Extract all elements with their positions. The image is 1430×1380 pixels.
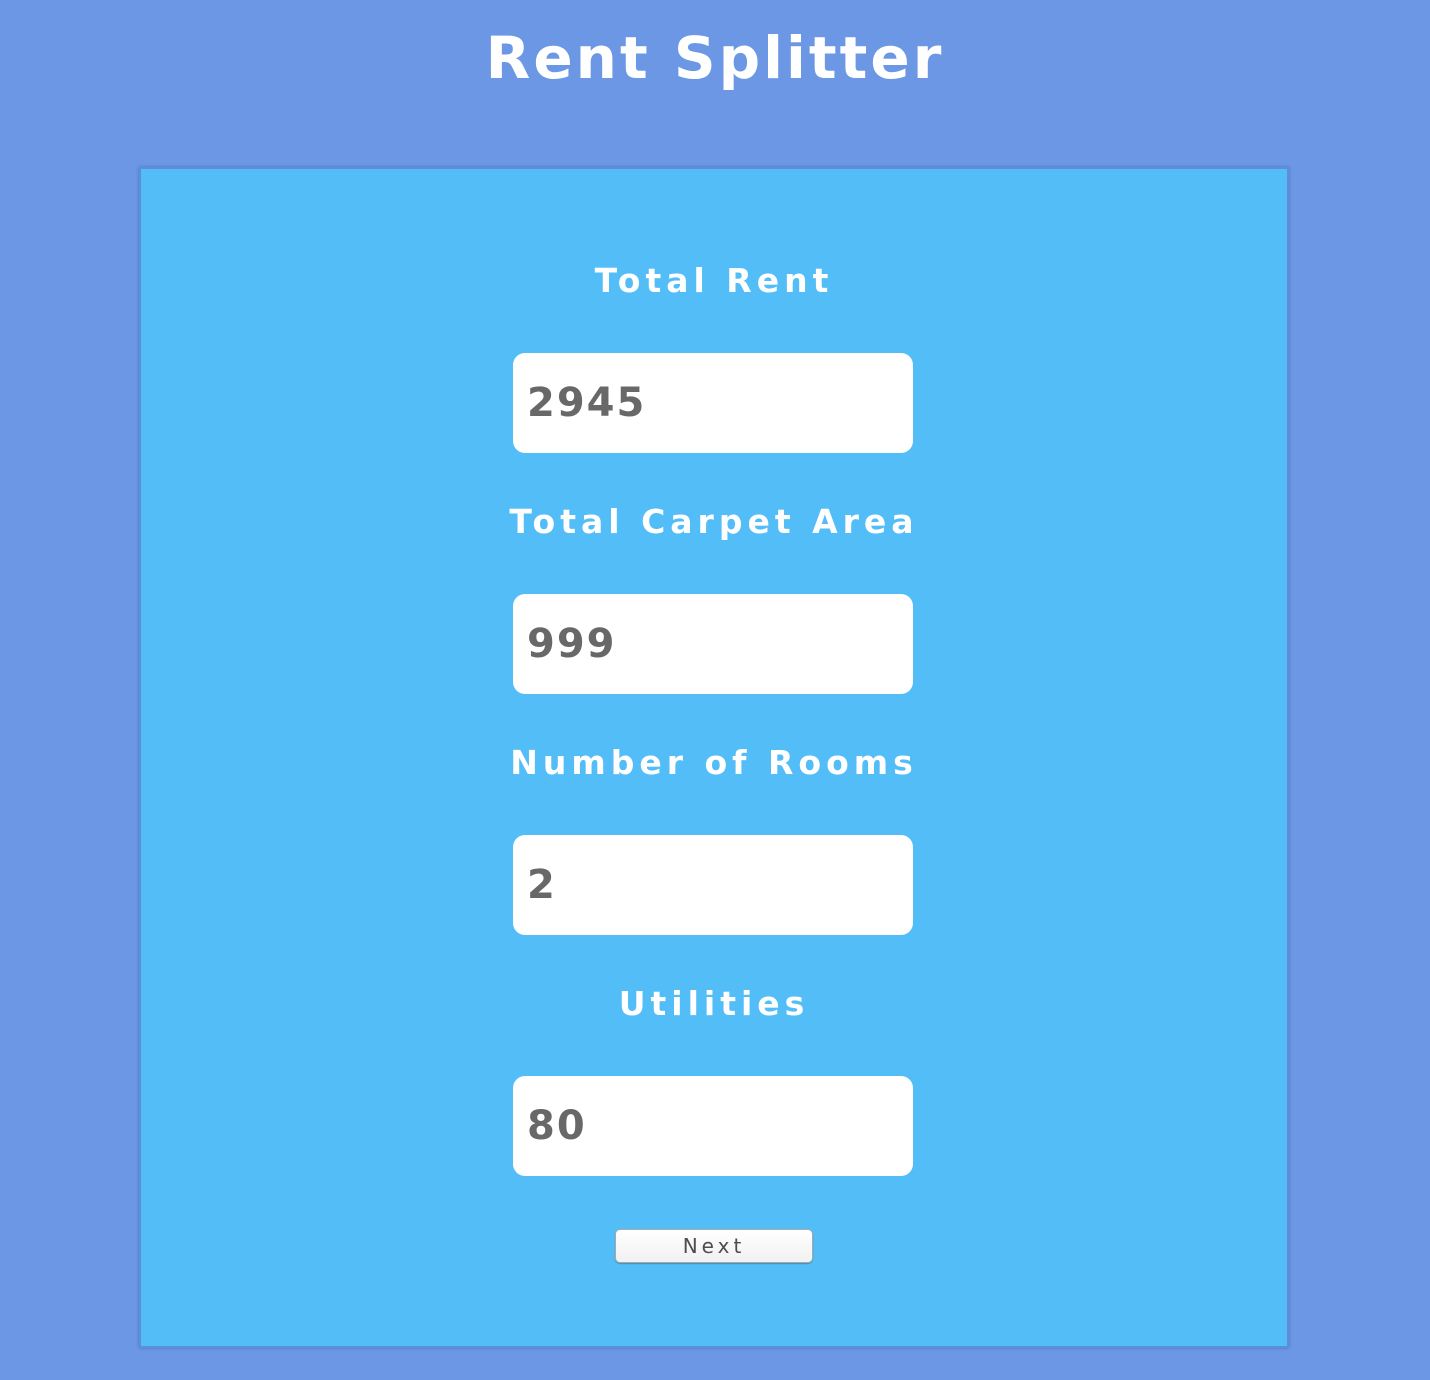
utilities-label: Utilities bbox=[618, 984, 810, 1023]
total-carpet-area-label: Total Carpet Area bbox=[509, 502, 919, 541]
total-rent-label: Total Rent bbox=[594, 261, 834, 300]
total-carpet-area-input[interactable] bbox=[513, 594, 913, 694]
utilities-input[interactable] bbox=[513, 1076, 913, 1176]
number-of-rooms-label: Number of Rooms bbox=[510, 743, 918, 782]
number-of-rooms-input[interactable] bbox=[513, 835, 913, 935]
form-panel: Total Rent Total Carpet Area Number of R… bbox=[139, 167, 1289, 1348]
page-title: Rent Splitter bbox=[485, 24, 945, 92]
total-rent-input[interactable] bbox=[513, 353, 913, 453]
next-button[interactable]: Next bbox=[615, 1229, 813, 1263]
